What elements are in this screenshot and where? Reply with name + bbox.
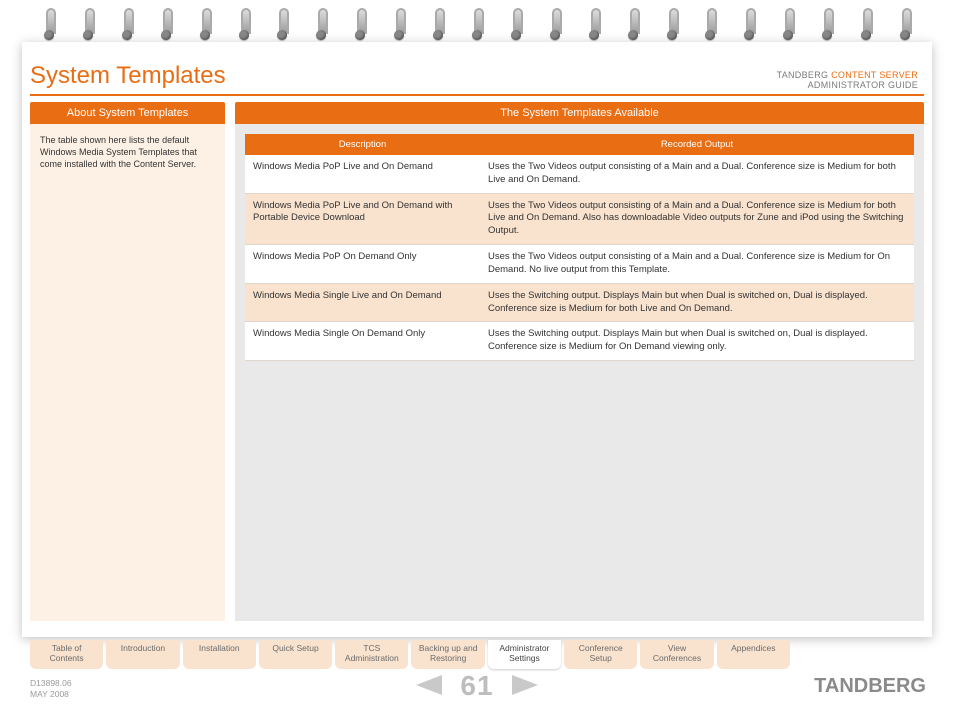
binding-ring: [781, 8, 795, 42]
binding-ring: [742, 8, 756, 42]
table-row: Windows Media Single Live and On DemandU…: [245, 283, 914, 322]
binding-ring: [703, 8, 717, 42]
binding-ring: [626, 8, 640, 42]
cell-recorded-output: Uses the Two Videos output consisting of…: [480, 245, 914, 284]
binding-ring: [587, 8, 601, 42]
cell-description: Windows Media Single On Demand Only: [245, 322, 480, 361]
binding-ring: [120, 8, 134, 42]
about-text: The table shown here lists the default W…: [40, 134, 215, 170]
binding-ring: [314, 8, 328, 42]
binding-ring: [509, 8, 523, 42]
nav-tab-backing-up-and-restoring[interactable]: Backing up andRestoring: [411, 640, 484, 669]
page-body: System Templates TANDBERG CONTENT SERVER…: [22, 42, 932, 637]
nav-tab-tcs-administration[interactable]: TCSAdministration: [335, 640, 408, 669]
brand-name: TANDBERG: [777, 70, 832, 80]
cell-recorded-output: Uses the Switching output. Displays Main…: [480, 283, 914, 322]
next-page-arrow-icon[interactable]: [512, 670, 538, 702]
brand-subtitle: ADMINISTRATOR GUIDE: [808, 80, 918, 90]
tab-about-system-templates[interactable]: About System Templates: [30, 102, 225, 124]
binding-ring: [81, 8, 95, 42]
binding-ring: [470, 8, 484, 42]
templates-panel: Description Recorded Output Windows Medi…: [235, 124, 924, 621]
binding-ring: [237, 8, 251, 42]
bottom-nav: Table ofContentsIntroductionInstallation…: [30, 640, 790, 669]
pager: 61: [0, 668, 954, 702]
binding-ring: [353, 8, 367, 42]
nav-tab-administrator-settings[interactable]: AdministratorSettings: [488, 640, 561, 669]
content-columns: The table shown here lists the default W…: [22, 124, 932, 629]
binding-ring: [665, 8, 679, 42]
table-body: Windows Media PoP Live and On DemandUses…: [245, 155, 914, 360]
binding-ring: [898, 8, 912, 42]
header-brand: TANDBERG CONTENT SERVER ADMINISTRATOR GU…: [777, 70, 918, 90]
templates-table: Description Recorded Output Windows Medi…: [245, 134, 914, 361]
col-header-description: Description: [245, 134, 480, 155]
section-tabs: About System Templates The System Templa…: [22, 96, 932, 124]
footer-brand: TANDBERG: [814, 675, 926, 698]
binding-ring: [431, 8, 445, 42]
cell-description: Windows Media Single Live and On Demand: [245, 283, 480, 322]
nav-tab-view-conferences[interactable]: ViewConferences: [640, 640, 713, 669]
nav-tab-installation[interactable]: Installation: [183, 640, 256, 669]
binding-ring: [820, 8, 834, 42]
table-header-row: Description Recorded Output: [245, 134, 914, 155]
col-header-recorded-output: Recorded Output: [480, 134, 914, 155]
table-row: Windows Media PoP Live and On DemandUses…: [245, 155, 914, 193]
cell-description: Windows Media PoP On Demand Only: [245, 245, 480, 284]
nav-tab-quick-setup[interactable]: Quick Setup: [259, 640, 332, 669]
page-title: System Templates: [30, 62, 226, 90]
table-row: Windows Media PoP On Demand OnlyUses the…: [245, 245, 914, 284]
binding-ring: [548, 8, 562, 42]
cell-recorded-output: Uses the Switching output. Displays Main…: [480, 322, 914, 361]
cell-recorded-output: Uses the Two Videos output consisting of…: [480, 155, 914, 193]
nav-tab-table-of-contents[interactable]: Table ofContents: [30, 640, 103, 669]
about-panel: The table shown here lists the default W…: [30, 124, 225, 621]
nav-tab-appendices[interactable]: Appendices: [717, 640, 790, 669]
page-number: 61: [450, 670, 503, 702]
tab-system-templates-available[interactable]: The System Templates Available: [235, 102, 924, 124]
binding-ring: [859, 8, 873, 42]
binding-ring: [198, 8, 212, 42]
cell-description: Windows Media PoP Live and On Demand: [245, 155, 480, 193]
brand-product: CONTENT SERVER: [831, 70, 918, 80]
binding-ring: [392, 8, 406, 42]
nav-tab-introduction[interactable]: Introduction: [106, 640, 179, 669]
table-row: Windows Media PoP Live and On Demand wit…: [245, 193, 914, 244]
cell-recorded-output: Uses the Two Videos output consisting of…: [480, 193, 914, 244]
prev-page-arrow-icon[interactable]: [416, 670, 442, 702]
binding-ring: [42, 8, 56, 42]
header: System Templates TANDBERG CONTENT SERVER…: [22, 42, 932, 94]
cell-description: Windows Media PoP Live and On Demand wit…: [245, 193, 480, 244]
binding-ring: [159, 8, 173, 42]
nav-tab-conference-setup[interactable]: ConferenceSetup: [564, 640, 637, 669]
binding-ring: [275, 8, 289, 42]
table-row: Windows Media Single On Demand OnlyUses …: [245, 322, 914, 361]
